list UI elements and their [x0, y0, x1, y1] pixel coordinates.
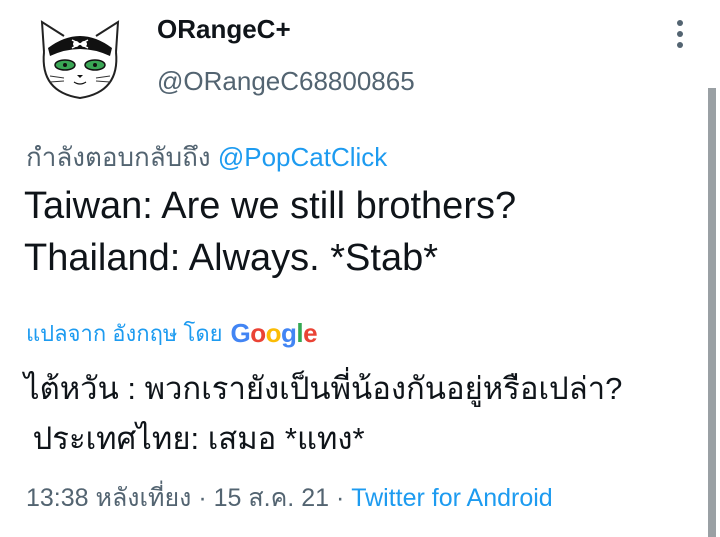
tweet-source-link[interactable]: Twitter for Android — [351, 484, 552, 512]
cat-avatar-icon — [31, 13, 129, 111]
translation-text: ไต้หวัน : พวกเรายังเป็นพี่น้องกันอยู่หรื… — [24, 364, 704, 464]
tweet-meta: 13:38 หลังเที่ยง · 15 ส.ค. 21 · Twitter … — [26, 478, 553, 518]
reply-prefix: กำลังตอบกลับถึง — [26, 142, 218, 172]
more-vertical-icon — [677, 20, 683, 48]
translation-line: ประเทศไทย: เสมอ *แทง* — [24, 421, 365, 456]
translation-attribution[interactable]: แปลจาก อังกฤษ โดย Google — [26, 316, 318, 351]
author-handle[interactable]: @ORangeC68800865 — [157, 66, 415, 97]
tweet-line: Thailand: Always. *Stab* — [24, 237, 439, 279]
translation-label: แปลจาก อังกฤษ โดย — [26, 321, 223, 346]
meta-separator: · — [329, 484, 352, 512]
reply-mention-link[interactable]: @PopCatClick — [218, 142, 387, 172]
reply-context: กำลังตอบกลับถึง @PopCatClick — [26, 137, 387, 178]
tweet-time[interactable]: 13:38 หลังเที่ยง — [26, 484, 191, 512]
more-options-button[interactable] — [668, 16, 692, 52]
translation-line: ไต้หวัน : พวกเรายังเป็นพี่น้องกันอยู่หรื… — [24, 371, 623, 406]
author-display-name[interactable]: ORangeC+ — [157, 14, 291, 45]
scrollbar[interactable] — [708, 88, 716, 537]
meta-separator: · — [191, 484, 214, 512]
google-logo: Google — [230, 318, 318, 348]
author-avatar[interactable] — [30, 12, 130, 112]
tweet-text: Taiwan: Are we still brothers? Thailand:… — [24, 180, 694, 284]
tweet-line: Taiwan: Are we still brothers? — [24, 185, 517, 227]
tweet-date[interactable]: 15 ส.ค. 21 — [214, 484, 329, 512]
